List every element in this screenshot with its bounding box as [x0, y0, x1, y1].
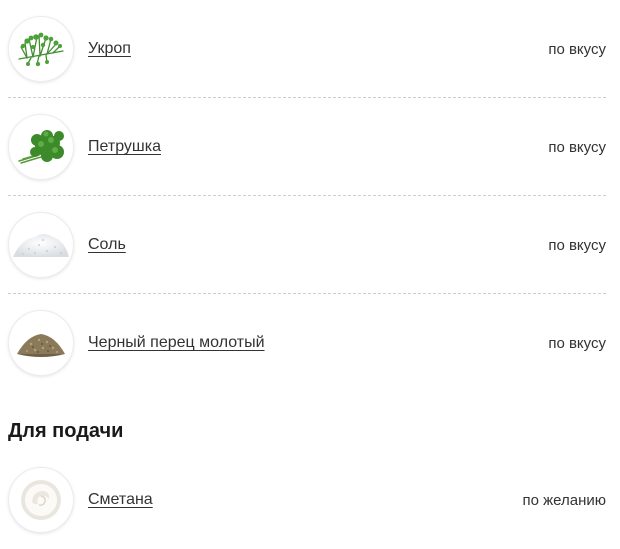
ingredient-amount: по вкусу — [548, 334, 606, 352]
ingredient-amount: по вкусу — [548, 40, 606, 58]
parsley-icon — [18, 130, 64, 164]
ingredient-thumb[interactable] — [8, 114, 74, 180]
ingredient-link[interactable]: Сметана — [88, 491, 153, 509]
ground-pepper-icon — [17, 334, 65, 357]
ingredient-row-pepper: Черный перец молотый по вкусу — [0, 294, 620, 392]
ingredient-amount: по вкусу — [548, 138, 606, 156]
ingredient-row-dill: Укроп по вкусу — [0, 0, 620, 98]
ingredient-link[interactable]: Укроп — [88, 40, 131, 58]
ingredient-link[interactable]: Петрушка — [88, 138, 161, 156]
sour-cream-icon — [21, 480, 61, 520]
dill-icon — [18, 32, 64, 67]
ingredients-list: Укроп по вкусу Петрушка по вкусу Соль по… — [0, 0, 620, 392]
serving-list: Сметана по желанию — [0, 451, 620, 549]
ingredient-row-sour-cream: Сметана по желанию — [0, 451, 620, 549]
ingredient-amount: по желанию — [522, 491, 606, 509]
ingredient-row-salt: Соль по вкусу — [0, 196, 620, 294]
ingredient-amount: по вкусу — [548, 236, 606, 254]
ingredient-row-parsley: Петрушка по вкусу — [0, 98, 620, 196]
ingredient-thumb[interactable] — [8, 467, 74, 533]
ingredient-link[interactable]: Соль — [88, 236, 126, 254]
ingredient-thumb[interactable] — [8, 16, 74, 82]
ingredient-link[interactable]: Черный перец молотый — [88, 334, 265, 352]
ingredient-thumb[interactable] — [8, 212, 74, 278]
section-title-serving: Для подачи — [8, 420, 124, 442]
ingredient-thumb[interactable] — [8, 310, 74, 376]
salt-icon — [13, 234, 69, 257]
